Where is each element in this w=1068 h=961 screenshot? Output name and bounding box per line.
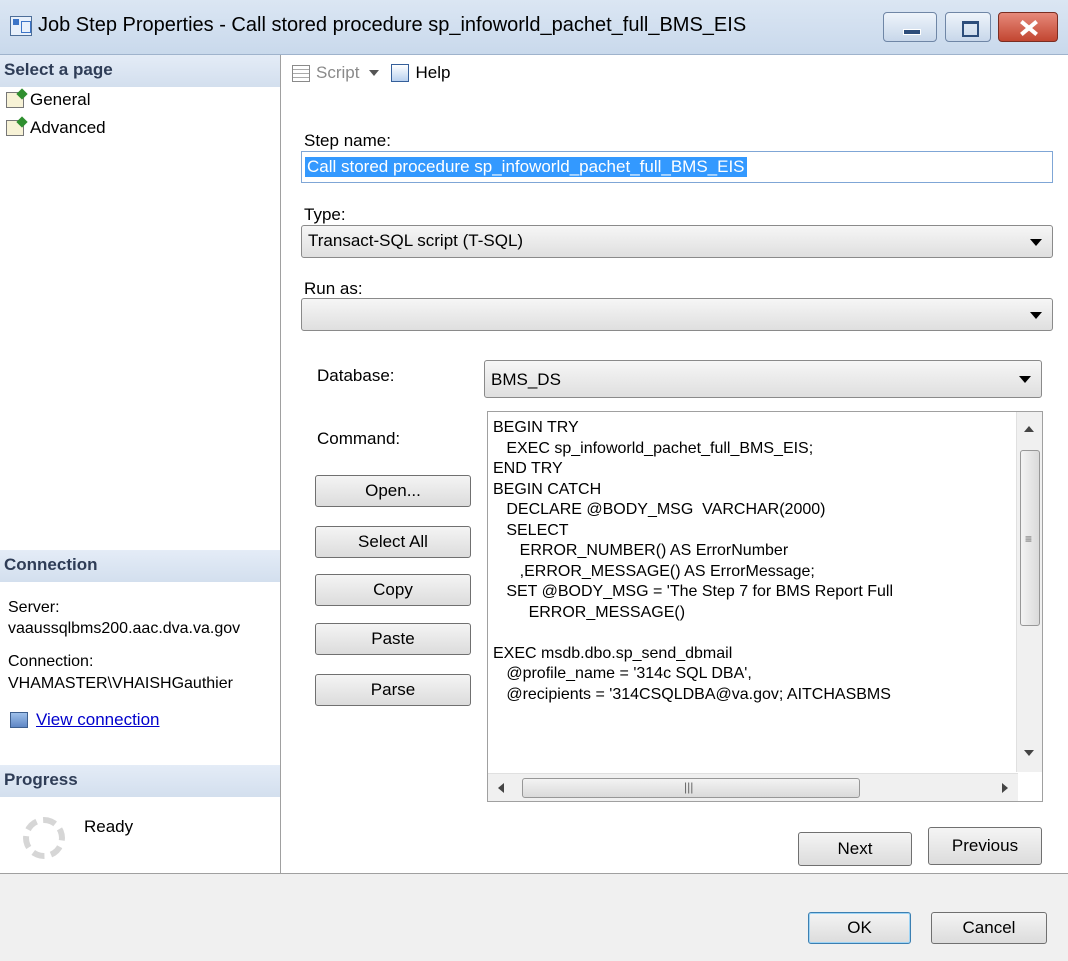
grip-icon: ≡ [1025, 532, 1033, 546]
database-select[interactable]: BMS_DS [484, 360, 1042, 398]
left-panel: Select a page General Advanced Connectio… [0, 55, 281, 873]
page-item-label: Advanced [30, 118, 106, 137]
cancel-button[interactable]: Cancel [931, 912, 1047, 944]
scroll-up-icon[interactable] [1024, 426, 1034, 432]
vertical-scrollbar[interactable]: ≡ [1016, 412, 1042, 772]
chevron-down-icon [1030, 311, 1042, 319]
help-button[interactable]: Help [415, 63, 450, 83]
scroll-left-icon[interactable] [498, 783, 504, 793]
page-item-advanced[interactable]: Advanced [6, 115, 106, 141]
command-editor[interactable]: BEGIN TRY EXEC sp_infoworld_pachet_full_… [487, 411, 1043, 802]
window-title: Job Step Properties - Call stored proced… [38, 14, 747, 36]
step-name-value: Call stored procedure sp_infoworld_pache… [305, 157, 747, 177]
script-icon[interactable] [292, 64, 310, 82]
select-all-button[interactable]: Select All [315, 526, 471, 558]
connection-label: Connection: [8, 653, 94, 670]
maximize-button[interactable] [945, 12, 991, 42]
database-label: Database: [317, 366, 395, 385]
open-button[interactable]: Open... [315, 475, 471, 507]
progress-status: Ready [84, 817, 134, 836]
progress-spinner-icon [23, 817, 65, 859]
command-label: Command: [317, 429, 401, 448]
server-label: Server: [8, 599, 60, 616]
chevron-down-icon [1030, 238, 1042, 246]
previous-button[interactable]: Previous [928, 827, 1042, 865]
scroll-down-icon[interactable] [1024, 750, 1034, 756]
step-name-field[interactable]: Call stored procedure sp_infoworld_pache… [301, 151, 1053, 183]
title-bar: Job Step Properties - Call stored proced… [0, 0, 1068, 55]
database-value: BMS_DS [491, 370, 561, 389]
properties-icon [6, 120, 24, 136]
connection-value: VHAMASTER\VHAISHGauthier [8, 675, 233, 692]
type-label: Type: [304, 205, 346, 224]
view-connection-link[interactable]: View connection [10, 710, 160, 730]
main-panel: Script Help Step name: Call stored proce… [282, 55, 1068, 873]
view-connection-label[interactable]: View connection [36, 710, 160, 730]
copy-button[interactable]: Copy [315, 574, 471, 606]
ok-button[interactable]: OK [808, 912, 911, 944]
server-value: vaaussqlbms200.aac.dva.va.gov [8, 620, 241, 637]
run-as-label: Run as: [304, 279, 363, 298]
script-button[interactable]: Script [316, 63, 359, 83]
properties-icon [6, 92, 24, 108]
connection-header: Connection [0, 550, 280, 582]
close-button[interactable] [998, 12, 1058, 42]
minimize-button[interactable] [883, 12, 937, 42]
progress-header: Progress [0, 765, 280, 797]
chevron-down-icon [1019, 376, 1031, 383]
paste-button[interactable]: Paste [315, 623, 471, 655]
command-text[interactable]: BEGIN TRY EXEC sp_infoworld_pachet_full_… [493, 418, 893, 705]
app-icon [10, 16, 32, 36]
toolbar: Script Help [292, 63, 450, 83]
connection-icon [10, 712, 28, 728]
scroll-right-icon[interactable] [1002, 783, 1008, 793]
parse-button[interactable]: Parse [315, 674, 471, 706]
step-name-label: Step name: [304, 131, 391, 150]
type-select[interactable]: Transact-SQL script (T-SQL) [301, 225, 1053, 258]
grip-icon: ||| [684, 780, 694, 794]
run-as-select[interactable] [301, 298, 1053, 331]
horizontal-scrollbar[interactable]: ||| [488, 773, 1018, 801]
page-item-general[interactable]: General [6, 87, 90, 113]
chevron-down-icon[interactable] [369, 70, 380, 76]
select-page-header: Select a page [0, 55, 280, 87]
page-item-label: General [30, 90, 91, 109]
dialog-footer: OK Cancel [0, 873, 1068, 961]
type-value: Transact-SQL script (T-SQL) [308, 231, 524, 250]
help-icon[interactable] [391, 64, 410, 82]
next-button[interactable]: Next [798, 832, 912, 866]
